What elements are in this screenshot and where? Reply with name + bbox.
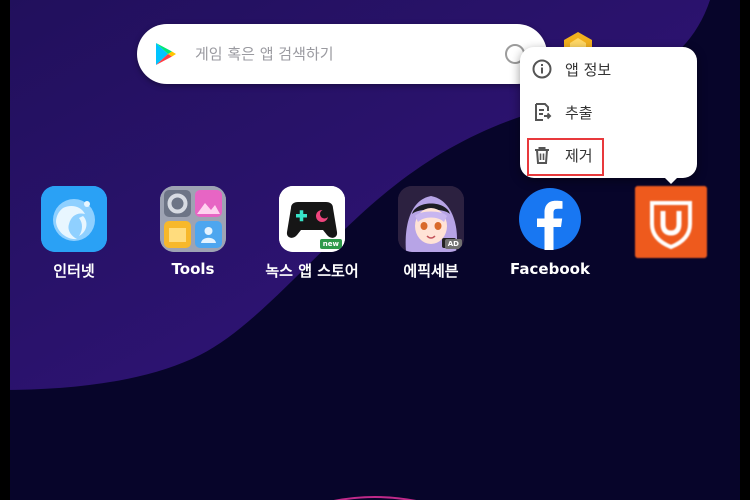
app-label: 에픽세븐 bbox=[403, 262, 459, 280]
vpn-shield-icon bbox=[635, 186, 707, 258]
app-label: 녹스 앱 스토어 bbox=[265, 262, 359, 280]
app-label: Facebook bbox=[510, 260, 590, 278]
left-edge bbox=[0, 0, 10, 500]
ad-badge: AD bbox=[444, 239, 462, 249]
menu-item-extract[interactable]: 추출 bbox=[520, 94, 697, 130]
tools-icon bbox=[160, 186, 226, 252]
new-badge: new bbox=[319, 239, 342, 249]
menu-item-label: 추출 bbox=[565, 104, 593, 122]
context-menu-pointer bbox=[662, 175, 680, 184]
app-label: 인터넷 bbox=[53, 262, 95, 280]
dock-handle bbox=[334, 496, 416, 500]
right-edge bbox=[740, 0, 750, 500]
home-screen: 게임 혹은 앱 검색하기 앱 정보 추출 제거 인터넷 Tools new 녹스… bbox=[0, 0, 750, 500]
google-play-icon bbox=[156, 43, 176, 65]
menu-item-app-info[interactable]: 앱 정보 bbox=[520, 51, 697, 87]
menu-item-label: 앱 정보 bbox=[565, 61, 612, 79]
extract-icon bbox=[535, 103, 552, 121]
search-placeholder: 게임 혹은 앱 검색하기 bbox=[195, 45, 334, 63]
remove-highlight-box bbox=[527, 138, 604, 176]
browser-icon bbox=[41, 186, 107, 252]
facebook-icon bbox=[517, 186, 583, 252]
info-icon bbox=[532, 59, 552, 79]
anime-character-icon: AD bbox=[398, 186, 464, 252]
app-label: Tools bbox=[171, 260, 215, 278]
search-bar[interactable]: 게임 혹은 앱 검색하기 bbox=[137, 24, 547, 84]
gamepad-icon: new bbox=[279, 186, 345, 252]
